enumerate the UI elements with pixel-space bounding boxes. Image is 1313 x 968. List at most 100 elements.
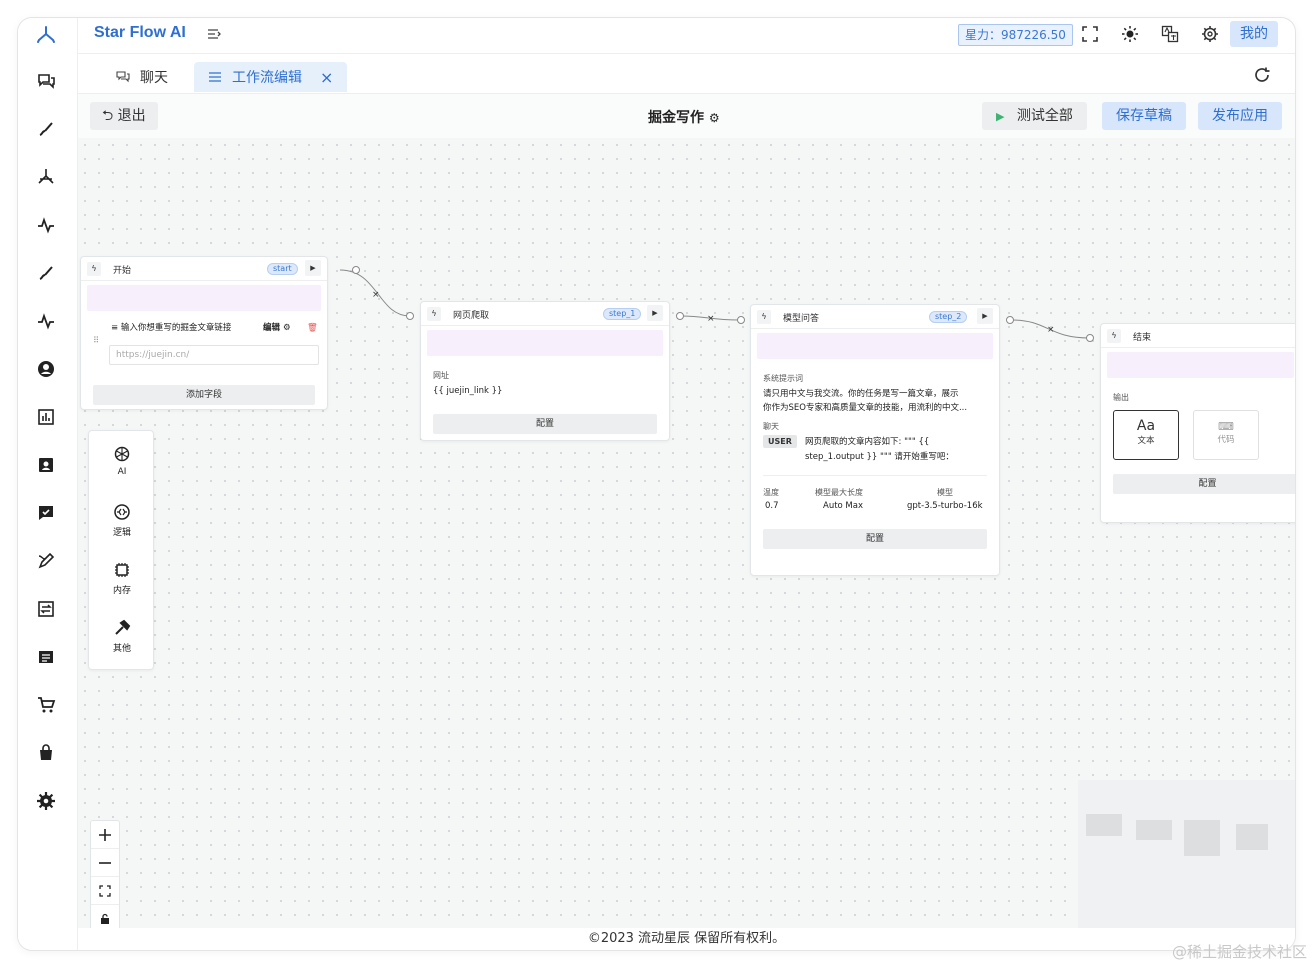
- theme-sun-icon[interactable]: [1121, 25, 1139, 43]
- plus-icon: [99, 828, 111, 841]
- crawler-node[interactable]: ϟ 网页爬取 step_1 ▶ 网址 {{ juejin_link }} 配置: [420, 301, 670, 441]
- node-title: 结束: [1133, 333, 1152, 343]
- logo-icon[interactable]: [35, 24, 57, 46]
- points-badge: 星力：987226.50: [958, 24, 1073, 46]
- node-band: [1107, 352, 1294, 378]
- chat-icon[interactable]: [35, 70, 57, 92]
- menu-collapse-icon[interactable]: [206, 26, 222, 42]
- llm-node[interactable]: ϟ 模型问答 step_2 ▶ 系统提示词 请只用中文与我交流。你的任务是写一篇…: [750, 304, 1000, 576]
- chart-icon[interactable]: [35, 406, 57, 428]
- translate-icon[interactable]: [1161, 25, 1179, 43]
- palette-label: 逻辑: [112, 528, 131, 538]
- field-edit-button[interactable]: 编辑 ⚙: [263, 321, 291, 335]
- palette-item-logic[interactable]: 逻辑: [89, 503, 155, 538]
- delete-field-icon[interactable]: 🗑: [307, 321, 318, 335]
- start-output-handle[interactable]: [352, 266, 360, 274]
- brand-title[interactable]: Star Flow AI: [94, 24, 186, 42]
- draw-icon[interactable]: [35, 118, 57, 140]
- list-tab-icon: [209, 72, 221, 82]
- zoom-out-button[interactable]: [91, 849, 119, 877]
- chat-label: 聊天: [763, 422, 779, 431]
- config-button[interactable]: 配置: [433, 414, 657, 434]
- tab-chat[interactable]: 聊天: [116, 62, 168, 92]
- temperature-value: 0.7: [765, 501, 779, 511]
- watermark: @稀土掘金技术社区: [1171, 943, 1307, 961]
- node-title: 模型问答: [783, 314, 820, 324]
- add-field-button[interactable]: 添加字段: [93, 385, 315, 405]
- minimap[interactable]: [1078, 780, 1295, 932]
- config-button[interactable]: 配置: [763, 529, 987, 549]
- end-input-handle[interactable]: [1086, 334, 1094, 342]
- palette-item-other[interactable]: 其他: [89, 619, 155, 654]
- play-icon: ▶: [996, 110, 1005, 123]
- max-length-label: 模型最大长度: [815, 488, 863, 497]
- pulse-icon[interactable]: [35, 214, 57, 236]
- workflow-title[interactable]: 掘金写作 ⚙: [648, 107, 720, 127]
- palette-label: AI: [117, 467, 127, 477]
- bag-icon[interactable]: [35, 742, 57, 764]
- crawler-output-handle[interactable]: [676, 312, 684, 320]
- settings-icon[interactable]: [35, 790, 57, 812]
- mine-button[interactable]: 我的: [1230, 21, 1278, 47]
- zoom-in-button[interactable]: [91, 821, 119, 849]
- bolt-icon: ϟ: [1107, 329, 1121, 343]
- palette-item-ai[interactable]: AI: [89, 445, 155, 477]
- link-input[interactable]: https://juejin.cn/: [109, 345, 319, 365]
- system-prompt-line: 你作为SEO专家和高质量文章的技能，用流利的中文...: [763, 403, 968, 413]
- run-node-button[interactable]: ▶: [647, 305, 663, 321]
- run-node-button[interactable]: ▶: [977, 308, 993, 324]
- contact-icon[interactable]: [35, 454, 57, 476]
- cart-icon[interactable]: [35, 694, 57, 716]
- save-draft-button[interactable]: 保存草稿: [1102, 102, 1186, 130]
- fullscreen-icon[interactable]: [1081, 25, 1099, 43]
- node-title: 网页爬取: [453, 311, 490, 321]
- drag-handle-icon[interactable]: ⠿: [93, 334, 99, 348]
- publish-app-button[interactable]: 发布应用: [1198, 102, 1282, 130]
- sidebar: [18, 18, 78, 950]
- task-icon[interactable]: [35, 502, 57, 524]
- user-role-badge: USER: [763, 435, 797, 448]
- refresh-icon[interactable]: [1253, 66, 1271, 84]
- bolt-icon: ϟ: [757, 310, 771, 324]
- palette-item-memory[interactable]: 内存: [89, 561, 155, 596]
- bolt-icon: ϟ: [427, 307, 441, 321]
- test-all-button[interactable]: ▶ 测试全部: [982, 102, 1087, 130]
- start-node[interactable]: ϟ 开始 start ▶ ≡ 输入你想重写的掘金文章链接 编辑 ⚙ 🗑 ⠿ ht…: [80, 256, 328, 410]
- config-button[interactable]: 配置: [1113, 474, 1295, 494]
- edge-delete-icon: ×: [1047, 325, 1055, 335]
- title-settings-icon[interactable]: ⚙: [709, 111, 720, 125]
- list-icon[interactable]: [35, 646, 57, 668]
- swap-icon[interactable]: [35, 598, 57, 620]
- run-node-button[interactable]: ▶: [305, 260, 321, 276]
- llm-input-handle[interactable]: [737, 316, 745, 324]
- output-text-option[interactable]: Aa 文本: [1113, 410, 1179, 460]
- palette-label: 其他: [112, 644, 131, 654]
- workflow-icon[interactable]: [35, 166, 57, 188]
- node-header: ϟ 开始 start ▶: [81, 257, 327, 281]
- system-prompt-label: 系统提示词: [763, 374, 803, 383]
- tab-workflow-edit[interactable]: 工作流编辑 ×: [194, 62, 348, 92]
- user-icon[interactable]: [35, 358, 57, 380]
- edit-icon[interactable]: [35, 550, 57, 572]
- model-value: gpt-3.5-turbo-16k: [907, 501, 983, 511]
- crawler-input-handle[interactable]: [406, 312, 414, 320]
- tab-close-icon[interactable]: ×: [320, 68, 333, 87]
- workflow-canvas[interactable]: × × × ϟ 开始 start ▶ ≡ 输入你想重写的掘金文章链接 编辑 ⚙ …: [78, 138, 1295, 932]
- activity-icon[interactable]: [35, 310, 57, 332]
- exit-button[interactable]: ⮌ 退出: [90, 102, 158, 130]
- end-node[interactable]: ϟ 结束 输出 Aa 文本 ⌨ 代码 配置: [1100, 323, 1295, 523]
- undo-icon: ⮌: [102, 108, 114, 124]
- footer-copyright: ©2023 流动星辰 保留所有权利。: [78, 928, 1295, 950]
- brush-icon[interactable]: [35, 262, 57, 284]
- node-tag: start: [267, 263, 298, 275]
- output-label: 输出: [1113, 393, 1129, 402]
- settings-gear-icon[interactable]: [1201, 25, 1219, 43]
- output-code-option[interactable]: ⌨ 代码: [1193, 410, 1259, 460]
- llm-output-handle[interactable]: [1006, 316, 1014, 324]
- hammer-icon: [115, 619, 131, 635]
- palette-label: 内存: [112, 586, 131, 596]
- memory-icon: [115, 563, 129, 577]
- node-header: ϟ 结束: [1101, 324, 1295, 348]
- minimap-node: [1184, 820, 1220, 856]
- fit-view-button[interactable]: [91, 877, 119, 905]
